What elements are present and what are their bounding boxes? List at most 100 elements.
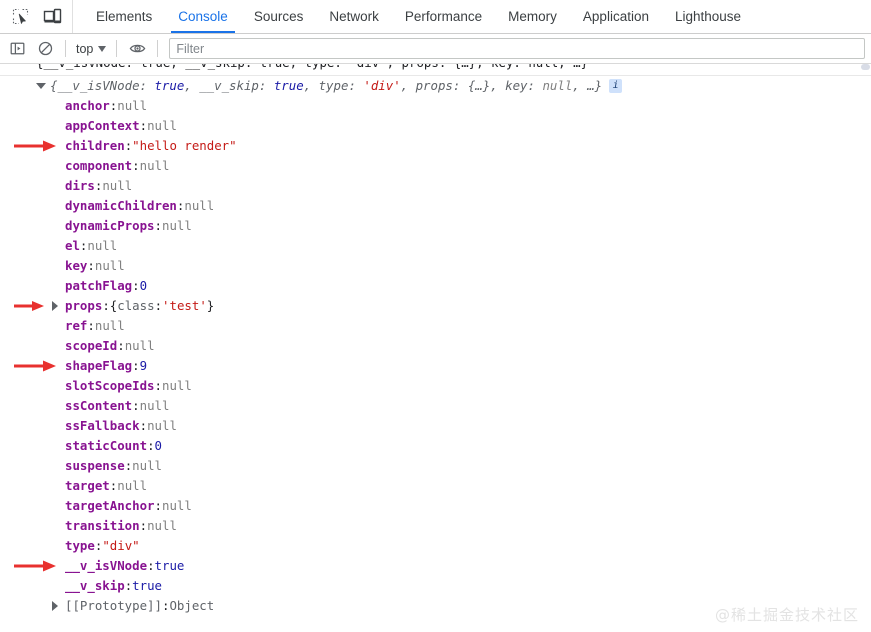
property-name: slotScopeIds bbox=[65, 378, 155, 393]
chevron-down-icon bbox=[98, 45, 107, 52]
clipped-previous-message-text: {__v_isVNode: true, __v_skip: true, type… bbox=[0, 64, 588, 73]
property-row-transition: transition: null bbox=[0, 516, 871, 536]
property-row-props[interactable]: props: {class: 'test'} bbox=[0, 296, 871, 316]
property-row-shapeFlag: shapeFlag: 9 bbox=[0, 356, 871, 376]
property-row-anchor: anchor: null bbox=[0, 96, 871, 116]
property-row-ref: ref: null bbox=[0, 316, 871, 336]
property-name: ref bbox=[65, 318, 88, 333]
property-value: true bbox=[132, 578, 162, 593]
console-object-header[interactable]: {__v_isVNode: true, __v_skip: true, type… bbox=[0, 76, 871, 96]
property-name: scopeId bbox=[65, 338, 118, 353]
console-message-list[interactable]: {__v_isVNode: true, __v_skip: true, type… bbox=[0, 64, 871, 632]
tab-label: Lighthouse bbox=[674, 9, 742, 24]
property-row-key: key: null bbox=[0, 256, 871, 276]
property-row-component: component: null bbox=[0, 156, 871, 176]
triangle-down-icon[interactable] bbox=[36, 83, 46, 89]
property-value: null bbox=[147, 518, 177, 533]
device-toolbar-icon[interactable] bbox=[38, 4, 66, 30]
clear-console-icon[interactable] bbox=[32, 37, 58, 61]
tab-console[interactable]: Console bbox=[165, 0, 241, 33]
tab-sources[interactable]: Sources bbox=[241, 0, 317, 33]
execution-context-label: top bbox=[76, 41, 94, 56]
object-value: 'test' bbox=[162, 298, 207, 313]
tab-lighthouse[interactable]: Lighthouse bbox=[662, 0, 754, 33]
tab-label: Network bbox=[329, 9, 379, 24]
property-value: null bbox=[102, 178, 133, 193]
tab-label: Memory bbox=[508, 9, 557, 24]
property-name: key bbox=[65, 258, 88, 273]
property-name: __v_isVNode bbox=[65, 558, 148, 573]
property-name: props bbox=[65, 298, 103, 313]
property-name: transition bbox=[65, 518, 140, 533]
property-name: shapeFlag bbox=[65, 358, 133, 373]
property-name: children bbox=[65, 138, 125, 153]
execution-context-selector[interactable]: top bbox=[73, 42, 109, 56]
tab-performance[interactable]: Performance bbox=[392, 0, 495, 33]
property-value: null bbox=[147, 118, 177, 133]
filter-input[interactable] bbox=[169, 38, 865, 59]
triangle-right-icon[interactable] bbox=[52, 301, 58, 311]
property-name: suspense bbox=[65, 458, 125, 473]
object-key: class bbox=[117, 298, 155, 313]
property-row-suspense: suspense: null bbox=[0, 456, 871, 476]
toolbar-divider-2 bbox=[116, 40, 118, 57]
live-expression-eye-icon[interactable] bbox=[124, 37, 150, 61]
property-name: ssContent bbox=[65, 398, 133, 413]
property-value: "hello render" bbox=[132, 138, 237, 153]
info-badge[interactable]: i bbox=[609, 79, 623, 93]
property-value: null bbox=[139, 398, 170, 413]
tab-label: Elements bbox=[96, 9, 153, 24]
property-value: null bbox=[87, 238, 118, 253]
property-row-children: children: "hello render" bbox=[0, 136, 871, 156]
property-row-ssFallback: ssFallback: null bbox=[0, 416, 871, 436]
property-value: null bbox=[184, 198, 215, 213]
property-value: null bbox=[147, 418, 177, 433]
property-value: null bbox=[139, 158, 170, 173]
property-row-patchFlag: patchFlag: 0 bbox=[0, 276, 871, 296]
inspect-element-icon[interactable] bbox=[6, 4, 34, 30]
object-separator: : bbox=[154, 298, 163, 313]
property-value: null bbox=[162, 498, 192, 513]
object-preview: {__v_isVNode: true, __v_skip: true, type… bbox=[50, 78, 603, 93]
scrollbar-thumb[interactable] bbox=[861, 64, 870, 70]
property-value: null bbox=[162, 218, 192, 233]
property-name: dynamicProps bbox=[65, 218, 155, 233]
property-value: null bbox=[162, 378, 192, 393]
triangle-right-icon[interactable] bbox=[52, 601, 58, 611]
property-name: patchFlag bbox=[65, 278, 133, 293]
devtools-left-tools bbox=[0, 0, 73, 33]
property-name: component bbox=[65, 158, 133, 173]
tab-label: Application bbox=[582, 9, 649, 24]
property-row-appContext: appContext: null bbox=[0, 116, 871, 136]
toolbar-divider-3 bbox=[157, 40, 159, 57]
property-name: staticCount bbox=[65, 438, 148, 453]
property-row-staticCount: staticCount: 0 bbox=[0, 436, 871, 456]
console-vertical-scrollbar[interactable] bbox=[860, 64, 871, 632]
property-value: null bbox=[132, 458, 162, 473]
annotation-arrow-icon bbox=[14, 560, 56, 572]
property-value: "div" bbox=[102, 538, 140, 553]
property-value: null bbox=[124, 338, 155, 353]
tab-label: Performance bbox=[404, 9, 483, 24]
property-value: 0 bbox=[154, 438, 162, 453]
tab-application[interactable]: Application bbox=[570, 0, 662, 33]
property-row-slotScopeIds: slotScopeIds: null bbox=[0, 376, 871, 396]
show-console-sidebar-icon[interactable] bbox=[4, 37, 30, 61]
property-value: Object bbox=[169, 598, 215, 613]
property-name: dynamicChildren bbox=[65, 198, 177, 213]
property-row-targetAnchor: targetAnchor: null bbox=[0, 496, 871, 516]
console-toolbar: top bbox=[0, 34, 871, 64]
property-row-el: el: null bbox=[0, 236, 871, 256]
tab-elements[interactable]: Elements bbox=[83, 0, 165, 33]
tab-memory[interactable]: Memory bbox=[495, 0, 570, 33]
annotation-arrow-icon bbox=[14, 140, 56, 152]
object-close-brace: } bbox=[206, 298, 215, 313]
tab-network[interactable]: Network bbox=[316, 0, 392, 33]
toolbar-divider-1 bbox=[65, 40, 66, 57]
property-row-v-isVNode: __v_isVNode: true bbox=[0, 556, 871, 576]
clipped-previous-message: {__v_isVNode: true, __v_skip: true, type… bbox=[0, 64, 871, 75]
property-row-ssContent: ssContent: null bbox=[0, 396, 871, 416]
property-row-dynamicProps: dynamicProps: null bbox=[0, 216, 871, 236]
property-name: ssFallback bbox=[65, 418, 140, 433]
property-value: null bbox=[117, 478, 148, 493]
